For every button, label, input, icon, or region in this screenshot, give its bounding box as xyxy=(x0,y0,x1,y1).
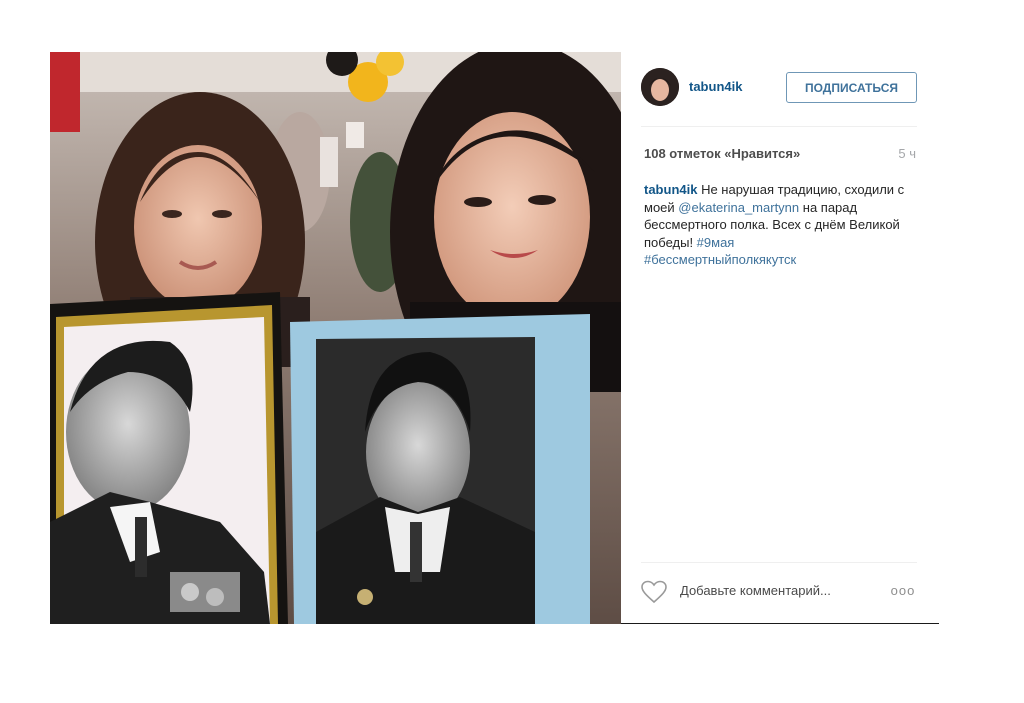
divider xyxy=(641,126,917,127)
caption-hashtag-link[interactable]: #9мая xyxy=(697,235,735,250)
post-sidebar: tabun4ik ПОДПИСАТЬСЯ 108 отметок «Нравит… xyxy=(621,52,939,624)
caption-mention-link[interactable]: @ekaterina_martynn xyxy=(678,200,799,215)
comment-bar: ooo xyxy=(641,578,917,608)
avatar-image xyxy=(641,68,679,106)
post-photo-image xyxy=(50,52,621,624)
post-header: tabun4ik ПОДПИСАТЬСЯ xyxy=(641,68,917,108)
instagram-post: tabun4ik ПОДПИСАТЬСЯ 108 отметок «Нравит… xyxy=(50,52,939,624)
username-link[interactable]: tabun4ik xyxy=(689,79,742,94)
avatar[interactable] xyxy=(641,68,679,106)
follow-button[interactable]: ПОДПИСАТЬСЯ xyxy=(786,72,917,103)
post-time: 5 ч xyxy=(898,146,916,161)
likes-count[interactable]: 108 отметок «Нравится» xyxy=(644,146,800,161)
divider xyxy=(641,562,917,563)
caption-hashtag-link[interactable]: #бессмертныйполкякутск xyxy=(644,252,796,267)
comment-input[interactable] xyxy=(680,583,860,598)
post-photo[interactable] xyxy=(50,52,621,624)
heart-icon[interactable] xyxy=(641,580,667,604)
caption-author-link[interactable]: tabun4ik xyxy=(644,182,697,197)
post-caption: tabun4ik Не нарушая традицию, сходили с … xyxy=(644,181,920,269)
more-options-icon[interactable]: ooo xyxy=(889,580,917,602)
